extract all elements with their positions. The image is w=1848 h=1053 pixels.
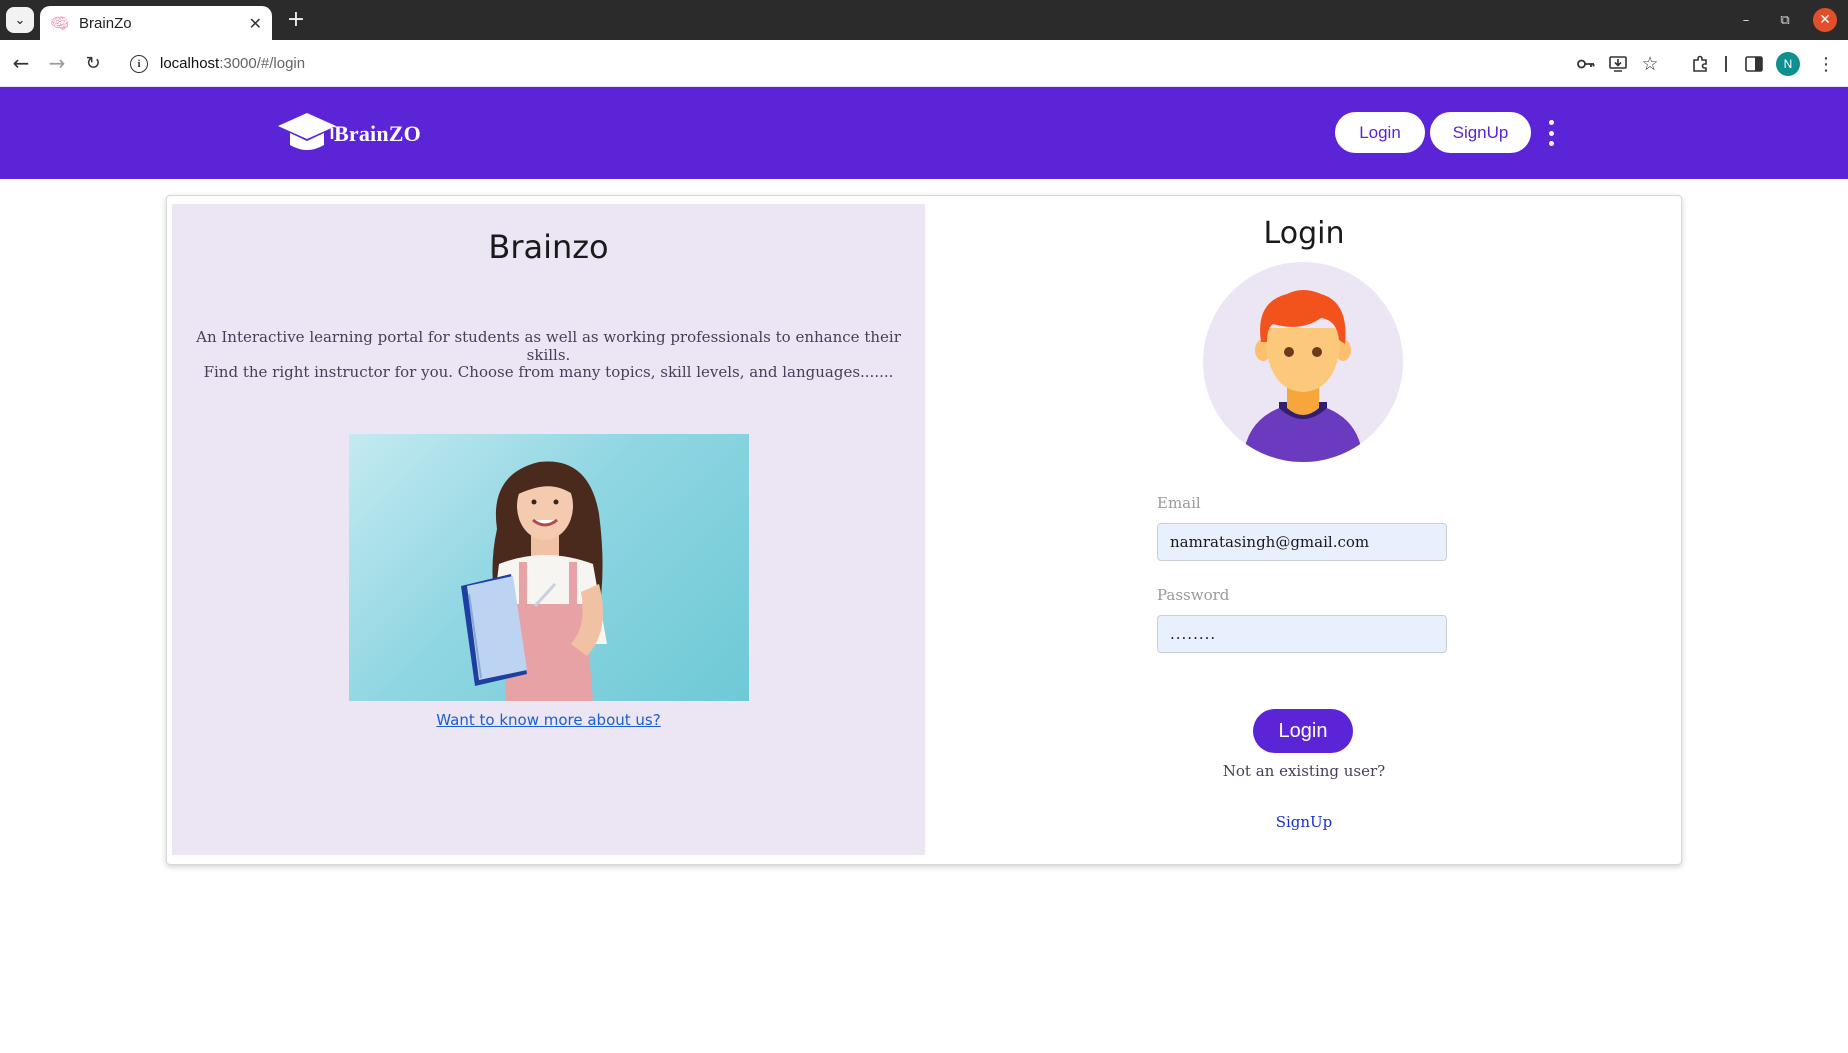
login-submit-button[interactable]: Login xyxy=(1253,709,1353,753)
app-header: BrainZO Login SignUp xyxy=(0,87,1848,179)
logo-text: BrainZO xyxy=(334,121,421,146)
side-panel-icon[interactable] xyxy=(1742,52,1766,76)
email-field[interactable]: namratasingh@gmail.com xyxy=(1157,523,1447,561)
header-signup-button[interactable]: SignUp xyxy=(1430,112,1531,153)
not-existing-user-text: Not an existing user? xyxy=(1222,762,1386,780)
browser-toolbar: ← → ↻ i localhost:3000/#/login ☆ N ⋮ xyxy=(0,40,1848,87)
close-tab-icon[interactable]: ✕ xyxy=(249,14,262,33)
install-app-icon[interactable] xyxy=(1606,52,1630,76)
forward-arrow-icon[interactable]: → xyxy=(44,50,70,76)
password-key-icon[interactable] xyxy=(1574,52,1598,76)
more-options-icon[interactable] xyxy=(1541,117,1561,149)
intro-panel: Brainzo An Interactive learning portal f… xyxy=(172,204,925,855)
bookmark-star-icon[interactable]: ☆ xyxy=(1638,52,1662,76)
browser-tab[interactable]: 🧠︎ BrainZo ✕ xyxy=(40,6,272,40)
login-card: Brainzo An Interactive learning portal f… xyxy=(166,195,1682,865)
signup-link[interactable]: SignUp xyxy=(927,813,1681,831)
tab-search-chevron-icon[interactable]: ⌄ xyxy=(6,7,34,33)
profile-avatar[interactable]: N xyxy=(1776,52,1800,76)
password-field[interactable]: ........ xyxy=(1157,615,1447,653)
browser-tab-strip: ⌄ 🧠︎ BrainZo ✕ + – ⧉ ✕ xyxy=(0,0,1848,40)
browser-menu-icon[interactable]: ⋮ xyxy=(1814,52,1838,76)
address-bar[interactable]: i localhost:3000/#/login xyxy=(120,46,1562,81)
login-panel: Login Email namratasingh@gmail.com Passw… xyxy=(927,196,1681,864)
reload-icon[interactable]: ↻ xyxy=(80,50,106,76)
intro-description-line1: An Interactive learning portal for stude… xyxy=(196,328,901,364)
intro-description-line2: Find the right instructor for you. Choos… xyxy=(203,363,894,381)
tab-title: BrainZo xyxy=(79,14,132,32)
extensions-puzzle-icon[interactable] xyxy=(1688,52,1712,76)
intro-title: Brainzo xyxy=(488,228,609,266)
email-label: Email xyxy=(1157,494,1201,512)
login-title: Login xyxy=(1263,216,1345,251)
restore-icon[interactable]: ⧉ xyxy=(1773,8,1797,32)
minimize-icon[interactable]: – xyxy=(1734,8,1758,32)
header-login-button[interactable]: Login xyxy=(1335,112,1425,153)
back-arrow-icon[interactable]: ← xyxy=(8,50,34,76)
brain-icon: 🧠︎ xyxy=(50,14,70,32)
student-photo xyxy=(349,434,749,701)
brand-logo[interactable]: BrainZO xyxy=(276,109,436,159)
user-avatar-icon xyxy=(1203,262,1403,462)
close-window-icon[interactable]: ✕ xyxy=(1813,8,1837,32)
toolbar-divider xyxy=(1725,56,1727,72)
url-host: localhost xyxy=(160,55,220,72)
url-path: :3000/#/login xyxy=(219,55,306,72)
graduation-cap-icon xyxy=(278,113,336,150)
site-info-icon[interactable]: i xyxy=(130,54,148,73)
new-tab-button[interactable]: + xyxy=(282,7,310,33)
about-us-link[interactable]: Want to know more about us? xyxy=(172,711,925,729)
password-label: Password xyxy=(1157,586,1230,604)
